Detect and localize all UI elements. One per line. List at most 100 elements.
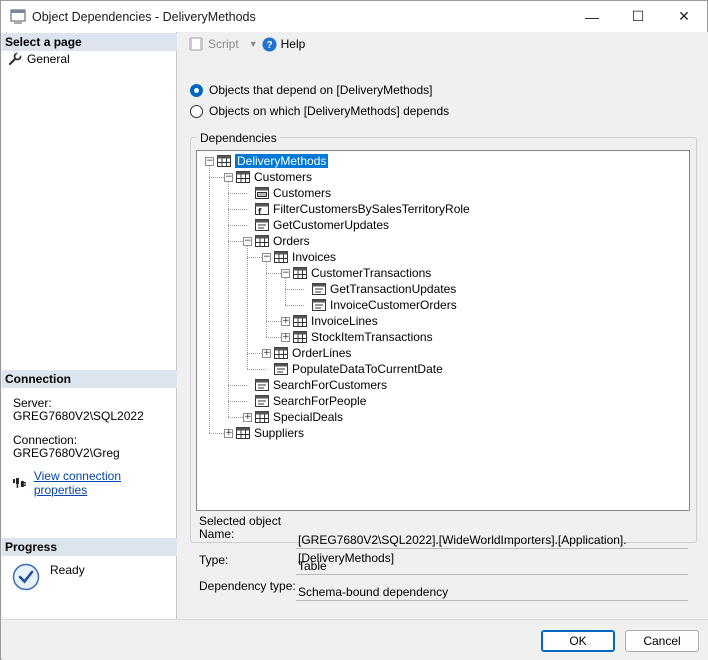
radio-button[interactable] bbox=[190, 104, 203, 118]
view-connection-properties[interactable]: View connection properties bbox=[12, 469, 176, 497]
table-icon bbox=[236, 427, 250, 439]
radio-depend-on[interactable]: Objects that depend on [DeliveryMethods] bbox=[190, 83, 432, 97]
close-button[interactable]: ✕ bbox=[661, 1, 707, 32]
table-icon bbox=[293, 315, 307, 327]
toolbar: Script ▼ ? Help bbox=[178, 32, 708, 56]
minimize-button[interactable]: — bbox=[569, 1, 615, 32]
main-panel: Script ▼ ? Help Objects that depend on [… bbox=[178, 32, 708, 619]
script-label: Script bbox=[208, 37, 239, 51]
dialog-window: Object Dependencies - DeliveryMethods — … bbox=[0, 0, 708, 660]
expand-icon[interactable]: + bbox=[281, 316, 290, 326]
table-icon bbox=[217, 155, 231, 167]
tree-connector-line bbox=[228, 182, 229, 417]
tree-node-label: SpecialDeals bbox=[273, 410, 344, 424]
connection-value: GREG7680V2\Greg bbox=[13, 446, 120, 460]
tree-node[interactable]: SearchForPeople bbox=[243, 393, 366, 409]
connection-plug-icon bbox=[12, 478, 26, 488]
maximize-button[interactable]: ☐ bbox=[615, 1, 661, 32]
tree-node[interactable]: InvoiceCustomerOrders bbox=[300, 297, 457, 313]
table-icon bbox=[255, 235, 269, 247]
help-button[interactable]: ? Help bbox=[262, 37, 306, 52]
tree-node-label: InvoiceCustomerOrders bbox=[330, 298, 457, 312]
server-label: Server: bbox=[13, 396, 52, 410]
page-item-label: General bbox=[27, 52, 70, 66]
expand-icon[interactable]: + bbox=[262, 348, 271, 358]
tree-connector-line bbox=[209, 166, 210, 433]
chevron-down-icon[interactable]: ▼ bbox=[249, 39, 258, 49]
procedure-icon bbox=[312, 299, 326, 311]
dependency-type-label: Dependency type: bbox=[199, 579, 296, 593]
tree-node[interactable]: − Customers bbox=[224, 169, 312, 185]
tree-node[interactable]: + InvoiceLines bbox=[281, 313, 378, 329]
page-item-general[interactable]: General bbox=[8, 52, 70, 66]
tree-node-label: FilterCustomersBySalesTerritoryRole bbox=[273, 202, 470, 216]
procedure-icon bbox=[312, 283, 326, 295]
tree-node[interactable]: + StockItemTransactions bbox=[281, 329, 433, 345]
tree-node-label: OrderLines bbox=[292, 346, 352, 360]
tree-connector-line bbox=[285, 278, 286, 305]
tree-node[interactable]: − Invoices bbox=[262, 249, 336, 265]
tree-node-label: PopulateDataToCurrentDate bbox=[292, 362, 443, 376]
script-button[interactable]: Script bbox=[188, 36, 239, 52]
tree-node[interactable]: GetTransactionUpdates bbox=[300, 281, 456, 297]
table-icon bbox=[255, 411, 269, 423]
window-title: Object Dependencies - DeliveryMethods bbox=[32, 9, 256, 24]
dependencies-app-icon bbox=[10, 9, 26, 23]
tree-node-label: StockItemTransactions bbox=[311, 330, 433, 344]
tree-node-label: SearchForCustomers bbox=[273, 378, 388, 392]
expand-icon[interactable]: + bbox=[281, 332, 290, 342]
tree-node-label: Orders bbox=[273, 234, 310, 248]
help-icon: ? bbox=[262, 37, 277, 51]
expand-icon[interactable]: + bbox=[224, 428, 233, 438]
tree-node-label: Customers bbox=[254, 170, 313, 184]
title-bar: Object Dependencies - DeliveryMethods — … bbox=[1, 1, 707, 32]
collapse-icon[interactable]: − bbox=[243, 236, 252, 246]
dialog-footer: OK Cancel bbox=[2, 619, 708, 660]
tree-node-label: Invoices bbox=[292, 250, 337, 264]
tree-node[interactable]: − CustomerTransactions bbox=[281, 265, 431, 281]
collapse-icon[interactable]: − bbox=[262, 252, 271, 262]
table-icon bbox=[274, 347, 288, 359]
tree-node-label: Suppliers bbox=[254, 426, 305, 440]
collapse-icon[interactable]: − bbox=[281, 268, 290, 278]
wrench-icon bbox=[8, 52, 22, 66]
expand-icon[interactable]: + bbox=[243, 412, 252, 422]
radio-depends[interactable]: Objects on which [DeliveryMethods] depen… bbox=[190, 104, 449, 118]
dependencies-tree[interactable]: − DeliveryMethods − Customers Customers f Filt… bbox=[196, 150, 690, 511]
collapse-icon[interactable]: − bbox=[224, 172, 233, 182]
type-label: Type: bbox=[199, 553, 229, 567]
tree-node-label: Customers bbox=[273, 186, 332, 200]
dependency-type-value: Schema-bound dependency bbox=[296, 583, 688, 601]
table-icon bbox=[293, 267, 307, 279]
tree-node[interactable]: + Suppliers bbox=[224, 425, 304, 441]
radio-button-selected[interactable] bbox=[190, 83, 203, 97]
tree-node[interactable]: GetCustomerUpdates bbox=[243, 217, 389, 233]
tree-node[interactable]: SearchForCustomers bbox=[243, 377, 387, 393]
table-icon bbox=[293, 331, 307, 343]
type-value: Table bbox=[296, 557, 688, 575]
ok-button[interactable]: OK bbox=[541, 630, 615, 652]
tree-node[interactable]: − Orders bbox=[243, 233, 310, 249]
connection-header: Connection bbox=[2, 370, 177, 388]
progress-status: Ready bbox=[12, 563, 85, 591]
tree-node[interactable]: PopulateDataToCurrentDate bbox=[262, 361, 443, 377]
cancel-button[interactable]: Cancel bbox=[625, 630, 699, 652]
collapse-icon[interactable]: − bbox=[205, 156, 214, 166]
tree-node-label: SearchForPeople bbox=[273, 394, 367, 408]
tree-node[interactable]: f FilterCustomersBySalesTerritoryRole bbox=[243, 201, 470, 217]
procedure-icon bbox=[274, 363, 288, 375]
tree-node[interactable]: + SpecialDeals bbox=[243, 409, 343, 425]
script-icon bbox=[189, 37, 203, 51]
tree-node[interactable]: − DeliveryMethods bbox=[205, 153, 329, 169]
tree-node[interactable]: + OrderLines bbox=[262, 345, 351, 361]
svg-text:?: ? bbox=[266, 40, 272, 51]
ready-check-icon bbox=[12, 563, 40, 591]
procedure-icon bbox=[255, 379, 269, 391]
tree-node[interactable]: Customers bbox=[243, 185, 331, 201]
svg-text:f: f bbox=[258, 207, 262, 215]
view-connection-link[interactable]: View connection properties bbox=[34, 469, 176, 497]
tree-node-label: DeliveryMethods bbox=[235, 154, 329, 168]
progress-text: Ready bbox=[50, 563, 85, 577]
name-value: [GREG7680V2\SQL2022].[WideWorldImporters… bbox=[296, 531, 688, 565]
help-label: Help bbox=[280, 37, 306, 51]
